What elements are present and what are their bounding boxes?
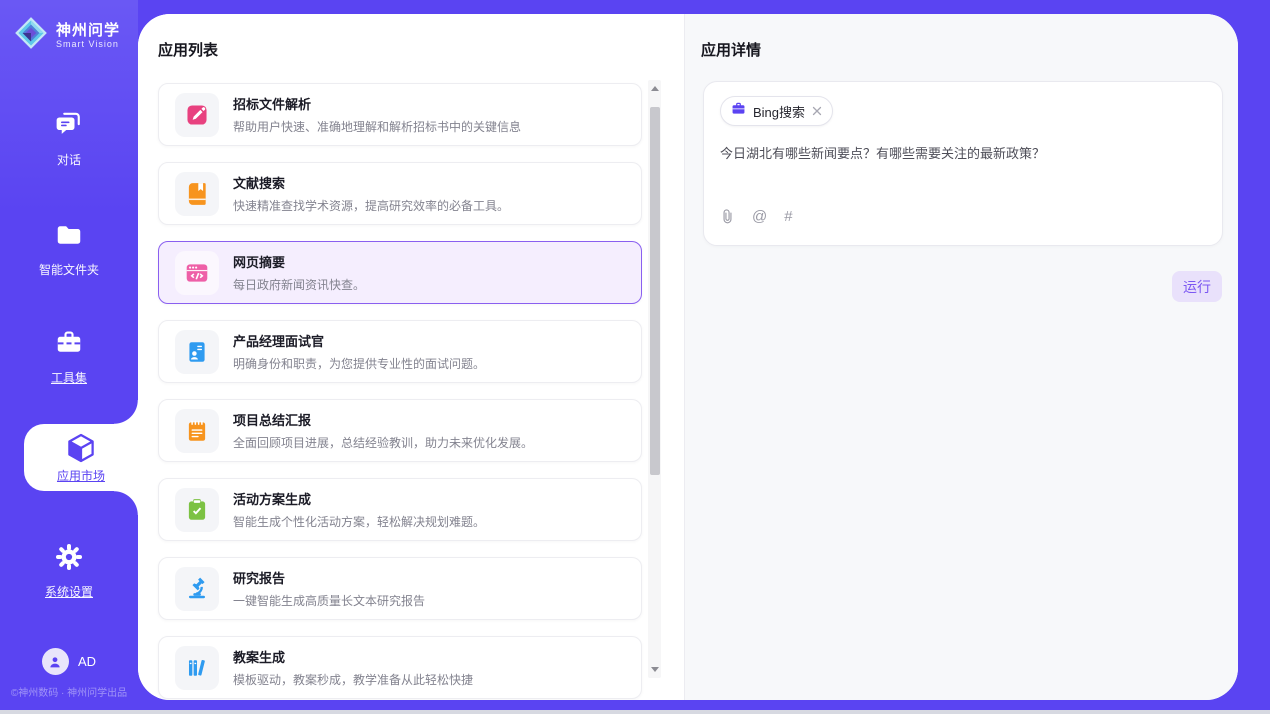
- app-title: 项目总结汇报: [233, 410, 533, 429]
- app-desc: 每日政府新闻资讯快查。: [233, 276, 365, 293]
- app-desc: 一键智能生成高质量长文本研究报告: [233, 592, 425, 609]
- bubble-corner-top: [114, 400, 138, 424]
- scrollbar-thumb[interactable]: [650, 107, 660, 475]
- app-desc: 明确身份和职责，为您提供专业性的面试问题。: [233, 355, 485, 372]
- close-icon[interactable]: [812, 106, 822, 116]
- app-card-bid-document-analysis[interactable]: 招标文件解析 帮助用户快速、准确地理解和解析招标书中的关键信息: [158, 83, 642, 146]
- app-card-research-report[interactable]: 研究报告 一键智能生成高质量长文本研究报告: [158, 557, 642, 620]
- app-card-event-plan[interactable]: 活动方案生成 智能生成个性化活动方案，轻松解决规划难题。: [158, 478, 642, 541]
- tool-chip-bing-search[interactable]: Bing搜索: [720, 96, 833, 126]
- scroll-down-arrow-icon[interactable]: [648, 663, 661, 676]
- app-card-webpage-summary[interactable]: 网页摘要 每日政府新闻资讯快查。: [158, 241, 642, 304]
- app-card-lesson-plan[interactable]: 教案生成 模板驱动，教案秒成，教学准备从此轻松快捷: [158, 636, 642, 699]
- sidebar-item-system-settings[interactable]: 系统设置: [0, 542, 138, 601]
- app-cards: 招标文件解析 帮助用户快速、准确地理解和解析招标书中的关键信息 文献搜索: [158, 83, 642, 699]
- book-icon: [175, 172, 219, 216]
- microscope-icon: [175, 567, 219, 611]
- app-desc: 模板驱动，教案秒成，教学准备从此轻松快捷: [233, 671, 473, 688]
- paperclip-icon[interactable]: [720, 208, 735, 225]
- bubble-corner-bottom: [114, 491, 138, 515]
- hash-topic-icon[interactable]: #: [784, 209, 792, 225]
- notepad-icon: [175, 409, 219, 453]
- app-desc: 全面回顾项目进展，总结经验教训，助力未来优化发展。: [233, 434, 533, 451]
- sidebar-item-smart-folder[interactable]: 智能文件夹: [0, 220, 138, 279]
- sidebar-item-label: 智能文件夹: [39, 263, 99, 277]
- app-list-scrollbar[interactable]: [648, 80, 661, 678]
- app-desc: 帮助用户快速、准确地理解和解析招标书中的关键信息: [233, 118, 521, 135]
- cube-icon: [64, 431, 98, 465]
- toolbox-icon: [0, 328, 138, 363]
- sidebar-item-label: 应用市场: [57, 469, 105, 483]
- tool-chip-label: Bing搜索: [753, 102, 805, 121]
- app-title: 网页摘要: [233, 252, 365, 271]
- sidebar-item-toolset[interactable]: 工具集: [0, 328, 138, 387]
- app-detail-panel: 应用详情 Bing搜索 今日湖北有哪些新闻要点？有哪些需要关注的最: [684, 14, 1238, 700]
- sidebar: 神州问学 Smart Vision 对话 智能文件夹: [0, 0, 138, 710]
- gear-icon: [0, 542, 138, 577]
- resume-icon: [175, 330, 219, 374]
- run-button[interactable]: 运行: [1172, 271, 1222, 302]
- clipboard-check-icon: [175, 488, 219, 532]
- brand-logo: 神州问学 Smart Vision: [12, 14, 120, 57]
- folder-icon: [0, 220, 138, 255]
- app-list-panel: 应用列表 招标文件解析 帮助用户快速、准确地理解和解析招标书中的关键信息: [138, 14, 684, 700]
- app-title: 产品经理面试官: [233, 331, 485, 350]
- app-title: 招标文件解析: [233, 94, 521, 113]
- app-list-title: 应用列表: [158, 39, 218, 60]
- app-card-project-summary[interactable]: 项目总结汇报 全面回顾项目进展，总结经验教训，助力未来优化发展。: [158, 399, 642, 462]
- app-card-pm-interviewer[interactable]: 产品经理面试官 明确身份和职责，为您提供专业性的面试问题。: [158, 320, 642, 383]
- avatar: [42, 648, 69, 675]
- brand-tagline: Smart Vision: [56, 39, 120, 49]
- composer-toolbar: @ #: [720, 208, 793, 225]
- app-desc: 快速精准查找学术资源，提高研究效率的必备工具。: [233, 197, 509, 214]
- books-icon: [175, 646, 219, 690]
- app-title: 研究报告: [233, 568, 425, 587]
- at-mention-icon[interactable]: @: [752, 209, 767, 225]
- main-window: 应用列表 招标文件解析 帮助用户快速、准确地理解和解析招标书中的关键信息: [138, 14, 1238, 700]
- chat-icon: [0, 110, 138, 145]
- app-title: 文献搜索: [233, 173, 509, 192]
- sidebar-item-chat[interactable]: 对话: [0, 110, 138, 169]
- prompt-input[interactable]: Bing搜索 今日湖北有哪些新闻要点？有哪些需要关注的最新政策？ @ #: [703, 81, 1223, 246]
- diamond-logo-icon: [12, 14, 50, 57]
- app-detail-title: 应用详情: [701, 39, 761, 60]
- app-card-literature-search[interactable]: 文献搜索 快速精准查找学术资源，提高研究效率的必备工具。: [158, 162, 642, 225]
- briefcase-icon: [731, 101, 746, 121]
- browser-code-icon: [175, 251, 219, 295]
- prompt-query-text[interactable]: 今日湖北有哪些新闻要点？有哪些需要关注的最新政策？: [720, 144, 1206, 163]
- app-title: 教案生成: [233, 647, 473, 666]
- sidebar-item-app-market[interactable]: 应用市场: [24, 424, 138, 491]
- sidebar-item-label: 对话: [57, 153, 81, 167]
- user-initials: AD: [78, 654, 96, 669]
- user-account[interactable]: AD: [0, 648, 138, 675]
- scroll-up-arrow-icon[interactable]: [648, 82, 661, 95]
- pen-square-icon: [175, 93, 219, 137]
- brand-name: 神州问学: [56, 22, 120, 39]
- app-title: 活动方案生成: [233, 489, 485, 508]
- copyright-text: ©神州数码 · 神州问学出品: [0, 684, 138, 699]
- sidebar-item-label: 工具集: [51, 371, 87, 385]
- app-desc: 智能生成个性化活动方案，轻松解决规划难题。: [233, 513, 485, 530]
- bottom-strip: [0, 710, 1270, 714]
- sidebar-item-label: 系统设置: [45, 585, 93, 599]
